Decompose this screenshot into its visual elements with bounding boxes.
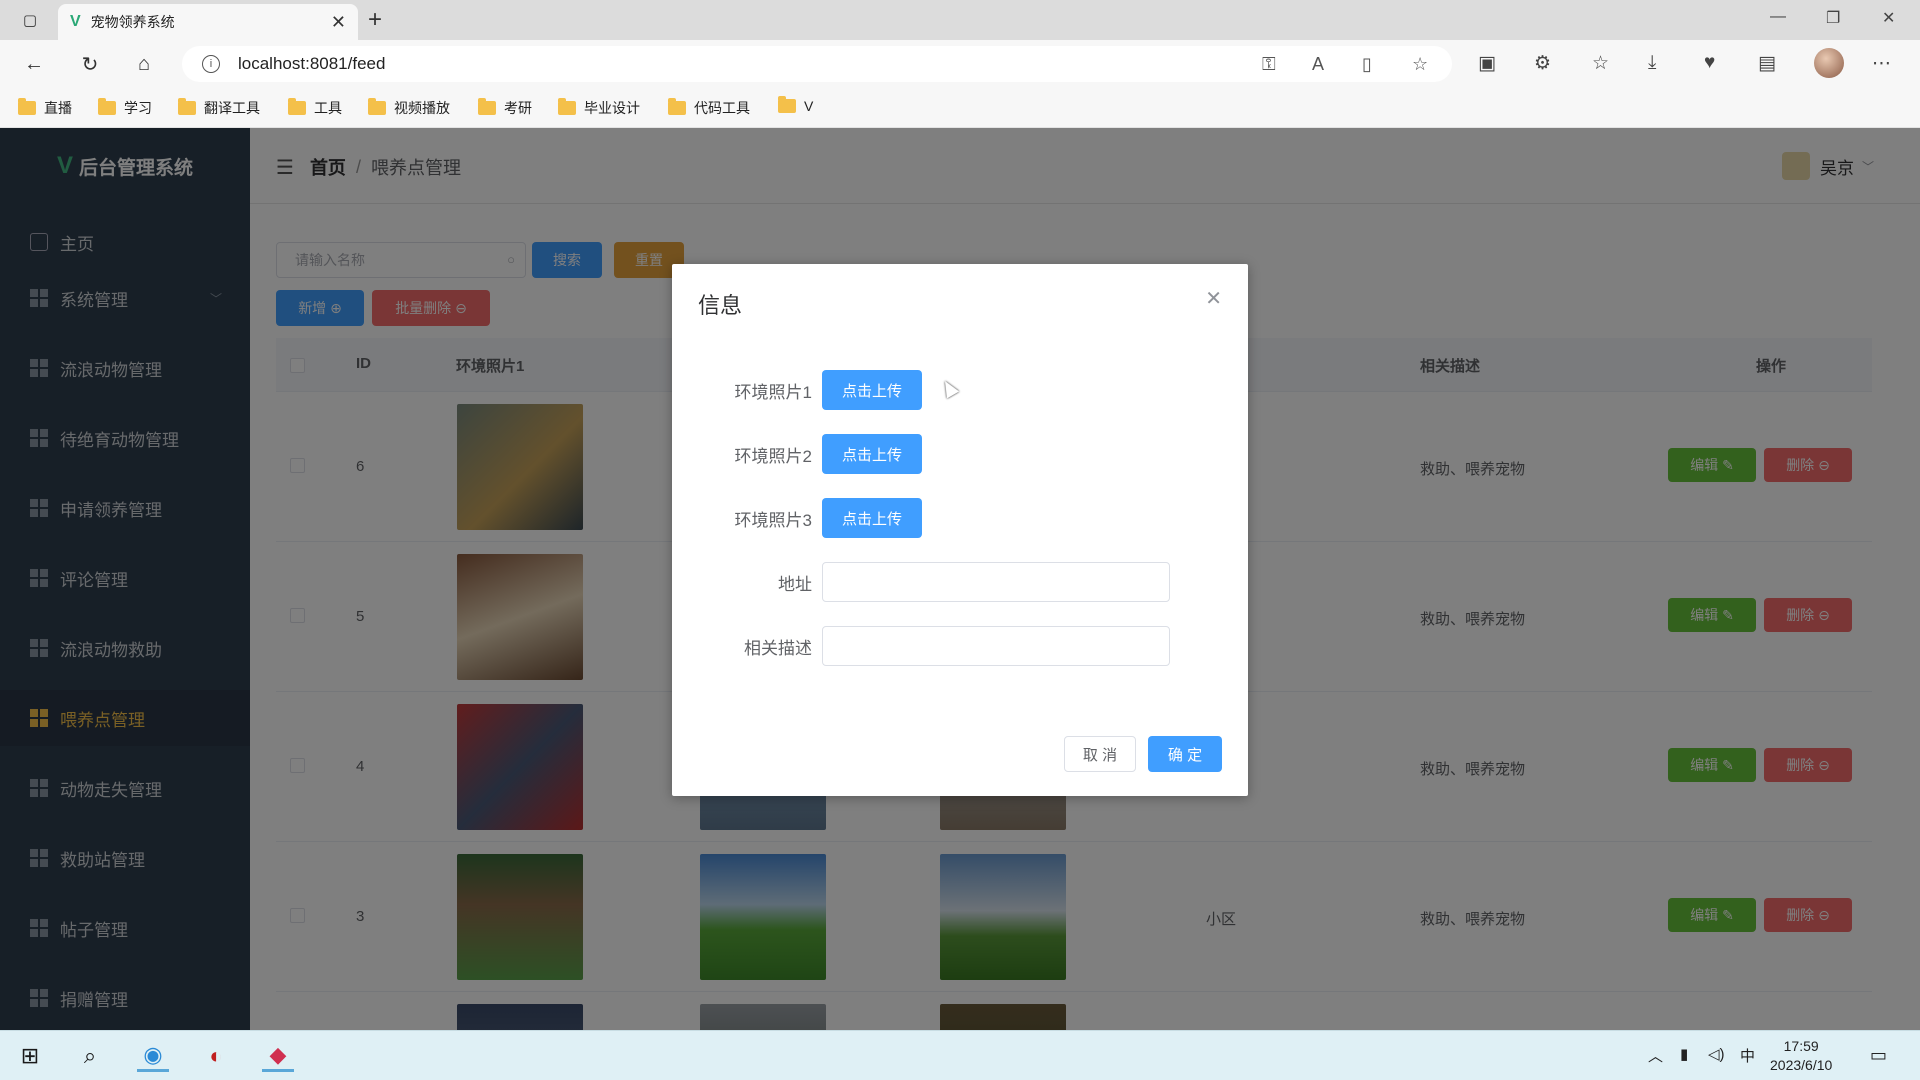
extensions-icon[interactable]: ⚙ — [1534, 52, 1551, 75]
address-label: 地址 — [778, 575, 812, 594]
dialog-title: 信息 — [698, 293, 743, 318]
reader-icon[interactable]: ▯ — [1362, 54, 1372, 75]
close-window-icon[interactable]: ✕ — [1882, 8, 1895, 28]
favorite-star-icon[interactable]: ☆ — [1412, 54, 1428, 75]
photo3-label: 环境照片3 — [734, 511, 812, 530]
download-icon[interactable]: ⤓ — [1648, 52, 1656, 74]
more-icon[interactable]: ⋯ — [1872, 52, 1891, 75]
refresh-icon[interactable]: ↻ — [76, 50, 104, 78]
folder-icon — [288, 98, 306, 115]
upload-photo1-button[interactable]: 点击上传 — [822, 370, 922, 410]
folder-icon — [668, 98, 686, 115]
bookmark-item[interactable]: 视频播放 — [368, 98, 450, 118]
address-field[interactable] — [822, 562, 1170, 602]
folder-icon — [478, 98, 496, 115]
bookmark-item[interactable]: 工具 — [288, 98, 342, 118]
bookmark-item[interactable]: 毕业设计 — [558, 98, 640, 118]
search-icon[interactable]: ⌕ — [74, 1040, 106, 1072]
collections-icon[interactable]: ▣ — [1478, 52, 1496, 75]
address-bar: ← ↻ ⌂ i localhost:8081/feed ⚿ A ▯ ☆ ▣ ⚙ … — [0, 40, 1920, 88]
bookmark-item[interactable]: V — [778, 96, 813, 114]
notification-icon[interactable]: ▭ — [1870, 1045, 1887, 1066]
screenshot-icon[interactable]: ▤ — [1758, 52, 1776, 75]
network-icon[interactable]: ▮ — [1680, 1045, 1688, 1063]
taskbar: ⊞ ⌕ ◉ ◐ ◆ ︿ ▮ ◁) 中 17:59 2023/6/10 ▭ — [0, 1030, 1920, 1080]
tray-expand-icon[interactable]: ︿ — [1648, 1045, 1663, 1066]
close-tab-icon[interactable]: ✕ — [331, 12, 346, 33]
minimize-icon[interactable]: — — [1770, 8, 1786, 26]
tab-actions-icon[interactable]: ▢ — [18, 8, 42, 32]
info-dialog: 信息 ✕ 环境照片1 点击上传 环境照片2 点击上传 环境照片3 点击上传 地址… — [672, 264, 1248, 796]
edge-browser-icon[interactable]: ◉ — [137, 1040, 169, 1072]
folder-icon — [368, 98, 386, 115]
folder-icon — [18, 98, 36, 115]
upload-photo3-button[interactable]: 点击上传 — [822, 498, 922, 538]
desc-label: 相关描述 — [744, 639, 812, 658]
favorites-list-icon[interactable]: ☆ — [1592, 52, 1609, 75]
bookmark-item[interactable]: 翻译工具 — [178, 98, 260, 118]
photo1-label: 环境照片1 — [734, 383, 812, 402]
bookmark-item[interactable]: 代码工具 — [668, 98, 750, 118]
ide-icon[interactable]: ◆ — [262, 1040, 294, 1072]
key-icon[interactable]: ⚿ — [1262, 54, 1276, 75]
folder-icon — [778, 96, 796, 113]
confirm-button[interactable]: 确 定 — [1148, 736, 1222, 772]
vue-favicon-icon: V — [70, 13, 81, 30]
bookmark-item[interactable]: 学习 — [98, 98, 152, 118]
bookmark-item[interactable]: 考研 — [478, 98, 532, 118]
profile-avatar[interactable] — [1814, 48, 1844, 78]
folder-icon — [98, 98, 116, 115]
cancel-button[interactable]: 取 消 — [1064, 736, 1136, 772]
photo2-label: 环境照片2 — [734, 447, 812, 466]
bookmark-item[interactable]: 直播 — [18, 98, 72, 118]
browser-tab[interactable]: V 宠物领养系统 ✕ — [58, 4, 358, 40]
close-icon[interactable]: ✕ — [1205, 286, 1222, 311]
app-icon[interactable]: ◐ — [200, 1040, 232, 1072]
url-text: localhost:8081/feed — [238, 54, 386, 73]
bookmarks-bar: 直播 学习 翻译工具 工具 视频播放 考研 毕业设计 代码工具 V — [0, 88, 1920, 128]
site-info-icon[interactable]: i — [202, 55, 220, 73]
home-icon[interactable]: ⌂ — [130, 50, 158, 78]
desc-field[interactable] — [822, 626, 1170, 666]
read-aloud-icon[interactable]: A — [1312, 54, 1324, 75]
health-icon[interactable]: ♥ — [1704, 52, 1715, 74]
windows-start-icon[interactable]: ⊞ — [14, 1040, 46, 1072]
url-field[interactable]: i localhost:8081/feed ⚿ A ▯ ☆ — [182, 46, 1452, 82]
tab-title: 宠物领养系统 — [90, 14, 175, 30]
upload-photo2-button[interactable]: 点击上传 — [822, 434, 922, 474]
restore-icon[interactable]: ❐ — [1826, 8, 1840, 28]
folder-icon — [178, 98, 196, 115]
browser-tabbar: ▢ V 宠物领养系统 ✕ + — ❐ ✕ — [0, 0, 1920, 40]
new-tab-icon[interactable]: + — [368, 6, 382, 34]
clock[interactable]: 17:59 2023/6/10 — [1770, 1037, 1832, 1075]
back-icon[interactable]: ← — [20, 50, 48, 78]
volume-icon[interactable]: ◁) — [1708, 1045, 1725, 1063]
ime-indicator[interactable]: 中 — [1740, 1045, 1755, 1066]
folder-icon — [558, 98, 576, 115]
